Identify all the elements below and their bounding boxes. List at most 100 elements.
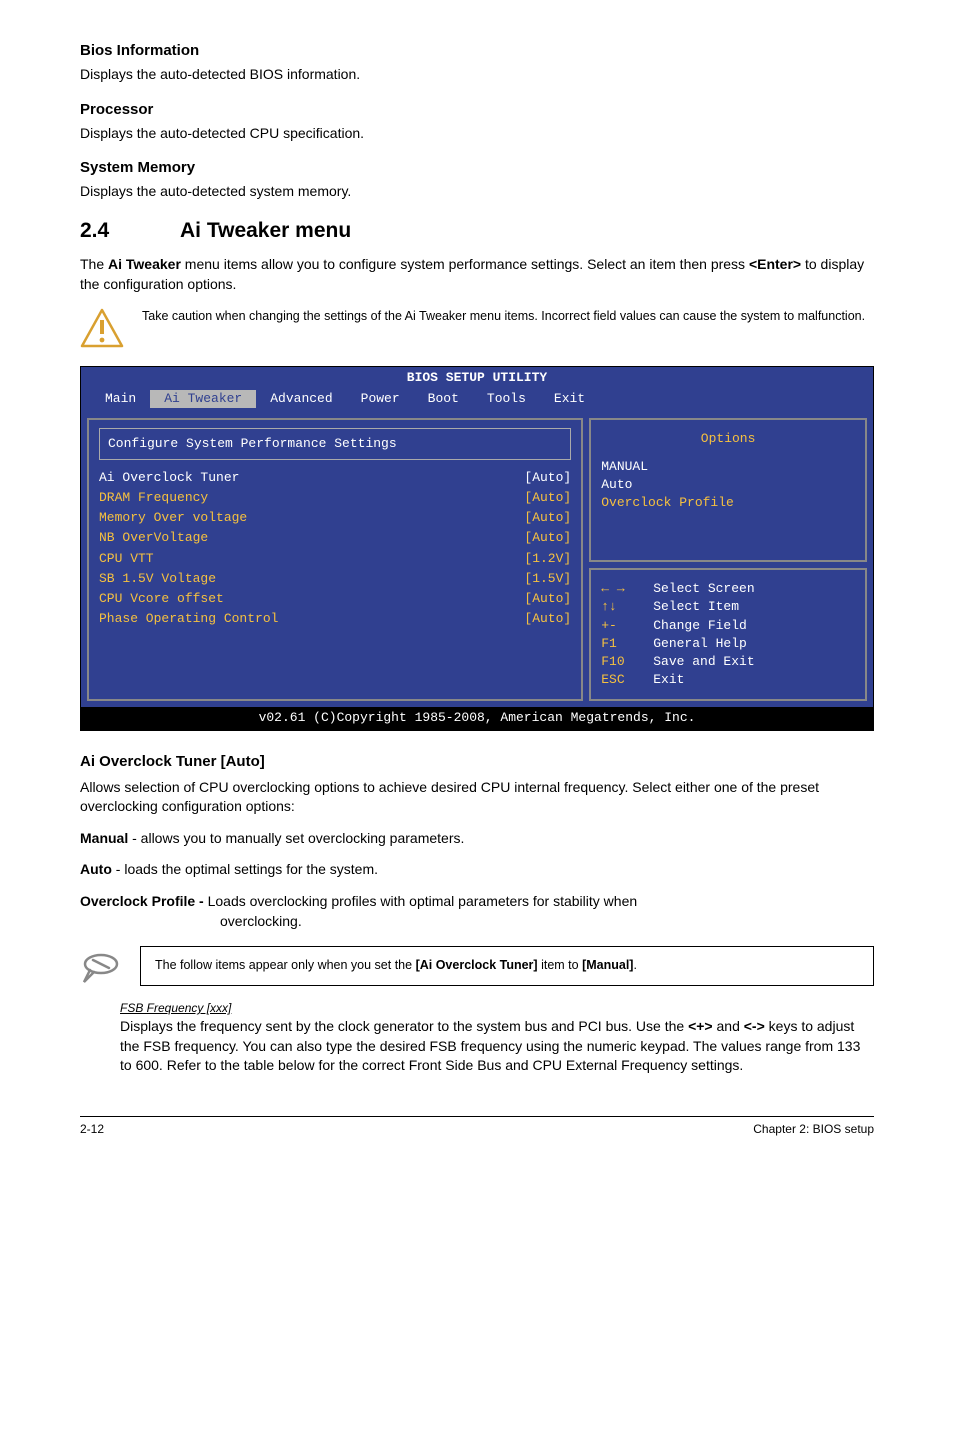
caution-callout: Take caution when changing the settings … [80, 308, 874, 348]
fsb-p2: and [713, 1018, 744, 1034]
row-label: Memory Over voltage [99, 509, 247, 527]
row-label: CPU Vcore offset [99, 590, 224, 608]
row-nb-overvoltage[interactable]: NB OverVoltage [Auto] [99, 528, 571, 548]
help-select-screen: ← →Select Screen [601, 580, 855, 598]
fsb-text: Displays the frequency sent by the clock… [120, 1017, 874, 1076]
row-cpu-vtt[interactable]: CPU VTT [1.2V] [99, 549, 571, 569]
menu-exit[interactable]: Exit [540, 390, 599, 408]
section-title: Ai Tweaker menu [180, 219, 351, 242]
row-sb-15v-voltage[interactable]: SB 1.5V Voltage [1.5V] [99, 569, 571, 589]
overclock-auto-t: - loads the optimal settings for the sys… [112, 861, 378, 877]
overclock-auto-b: Auto [80, 861, 112, 877]
help-key: ↑↓ [601, 598, 653, 616]
section-number: 2.4 [80, 216, 180, 245]
row-value: [Auto] [524, 590, 571, 608]
menu-main[interactable]: Main [91, 390, 150, 408]
bios-help-pane: ← →Select Screen ↑↓Select Item +-Change … [589, 568, 867, 701]
fsb-title: FSB Frequency [xxx] [120, 1000, 874, 1017]
help-key: F10 [601, 653, 653, 671]
help-save-exit: F10Save and Exit [601, 653, 855, 671]
row-value: [Auto] [524, 509, 571, 527]
row-value: [Auto] [524, 610, 571, 628]
row-phase-operating-control[interactable]: Phase Operating Control [Auto] [99, 609, 571, 629]
intro-p1: The [80, 256, 108, 272]
help-general-help: F1General Help [601, 635, 855, 653]
menu-tools[interactable]: Tools [473, 390, 540, 408]
help-key: ← → [601, 580, 653, 598]
note-box: The follow items appear only when you se… [140, 946, 874, 986]
note-icon [80, 946, 122, 986]
fsb-b1: <+> [688, 1018, 713, 1034]
option-auto[interactable]: Auto [601, 476, 855, 494]
options-title: Options [601, 430, 855, 448]
overclock-profile: Overclock Profile - Loads overclocking p… [80, 892, 874, 912]
help-label: Select Screen [653, 580, 754, 598]
heading-system-memory: System Memory [80, 157, 874, 178]
help-label: Change Field [653, 617, 747, 635]
overclock-auto: Auto - loads the optimal settings for th… [80, 860, 874, 880]
row-value: [1.2V] [524, 550, 571, 568]
row-value: [Auto] [524, 489, 571, 507]
help-select-item: ↑↓Select Item [601, 598, 855, 616]
caution-text: Take caution when changing the settings … [142, 308, 874, 326]
help-key: +- [601, 617, 653, 635]
overclock-manual: Manual - allows you to manually set over… [80, 829, 874, 849]
note-p2: item to [538, 958, 582, 972]
help-label: Exit [653, 671, 684, 689]
fsb-b2: <-> [744, 1018, 765, 1034]
intro-b2: <Enter> [749, 256, 801, 272]
fsb-p1: Displays the frequency sent by the clock… [120, 1018, 688, 1034]
footer-page-num: 2-12 [80, 1121, 104, 1138]
row-value: [Auto] [524, 469, 571, 487]
text-bios-info: Displays the auto-detected BIOS informat… [80, 65, 874, 85]
intro-b1: Ai Tweaker [108, 256, 181, 272]
help-label: Select Item [653, 598, 739, 616]
help-key: ESC [601, 671, 653, 689]
overclock-manual-b: Manual [80, 830, 128, 846]
row-memory-over-voltage[interactable]: Memory Over voltage [Auto] [99, 508, 571, 528]
bios-footer: v02.61 (C)Copyright 1985-2008, American … [81, 707, 873, 729]
help-change-field: +-Change Field [601, 617, 855, 635]
row-value: [1.5V] [524, 570, 571, 588]
intro-paragraph: The Ai Tweaker menu items allow you to c… [80, 255, 874, 294]
row-label: CPU VTT [99, 550, 154, 568]
help-exit: ESCExit [601, 671, 855, 689]
caution-icon [80, 308, 124, 348]
menu-boot[interactable]: Boot [414, 390, 473, 408]
row-ai-overclock-tuner[interactable]: Ai Overclock Tuner [Auto] [99, 468, 571, 488]
option-overclock-profile[interactable]: Overclock Profile [601, 494, 855, 512]
bios-options-pane: Options MANUAL Auto Overclock Profile [589, 418, 867, 563]
overclock-ocp-b: Overclock Profile - [80, 893, 208, 909]
bios-left-pane: Configure System Performance Settings Ai… [87, 418, 583, 702]
overclock-profile-cont: overclocking. [220, 912, 874, 932]
note-callout: The follow items appear only when you se… [80, 945, 874, 986]
menu-advanced[interactable]: Advanced [256, 390, 346, 408]
text-processor: Displays the auto-detected CPU specifica… [80, 124, 874, 144]
help-key: F1 [601, 635, 653, 653]
bios-title: BIOS SETUP UTILITY [81, 367, 873, 389]
note-p3: . [633, 958, 636, 972]
menu-ai-tweaker[interactable]: Ai Tweaker [150, 390, 256, 408]
option-manual[interactable]: MANUAL [601, 458, 855, 476]
heading-ai-overclock-tuner: Ai Overclock Tuner [Auto] [80, 751, 874, 772]
footer-rule [80, 1116, 874, 1117]
row-label: SB 1.5V Voltage [99, 570, 216, 588]
text-system-memory: Displays the auto-detected system memory… [80, 182, 874, 202]
row-value: [Auto] [524, 529, 571, 547]
footer-chapter: Chapter 2: BIOS setup [753, 1121, 874, 1138]
fsb-block: FSB Frequency [xxx] Displays the frequen… [120, 1000, 874, 1076]
intro-p2: menu items allow you to configure system… [181, 256, 749, 272]
heading-ai-tweaker-menu: 2.4Ai Tweaker menu [80, 216, 874, 245]
row-label: Ai Overclock Tuner [99, 469, 239, 487]
row-dram-frequency[interactable]: DRAM Frequency [Auto] [99, 488, 571, 508]
row-label: DRAM Frequency [99, 489, 208, 507]
bios-setup-utility-panel: BIOS SETUP UTILITY Main Ai Tweaker Advan… [80, 366, 874, 730]
row-cpu-vcore-offset[interactable]: CPU Vcore offset [Auto] [99, 589, 571, 609]
note-b2: [Manual] [582, 958, 633, 972]
overclock-manual-t: - allows you to manually set overclockin… [128, 830, 464, 846]
note-b1: [Ai Overclock Tuner] [416, 958, 538, 972]
help-label: Save and Exit [653, 653, 754, 671]
heading-bios-info: Bios Information [80, 40, 874, 61]
menu-power[interactable]: Power [347, 390, 414, 408]
note-p1: The follow items appear only when you se… [155, 958, 416, 972]
